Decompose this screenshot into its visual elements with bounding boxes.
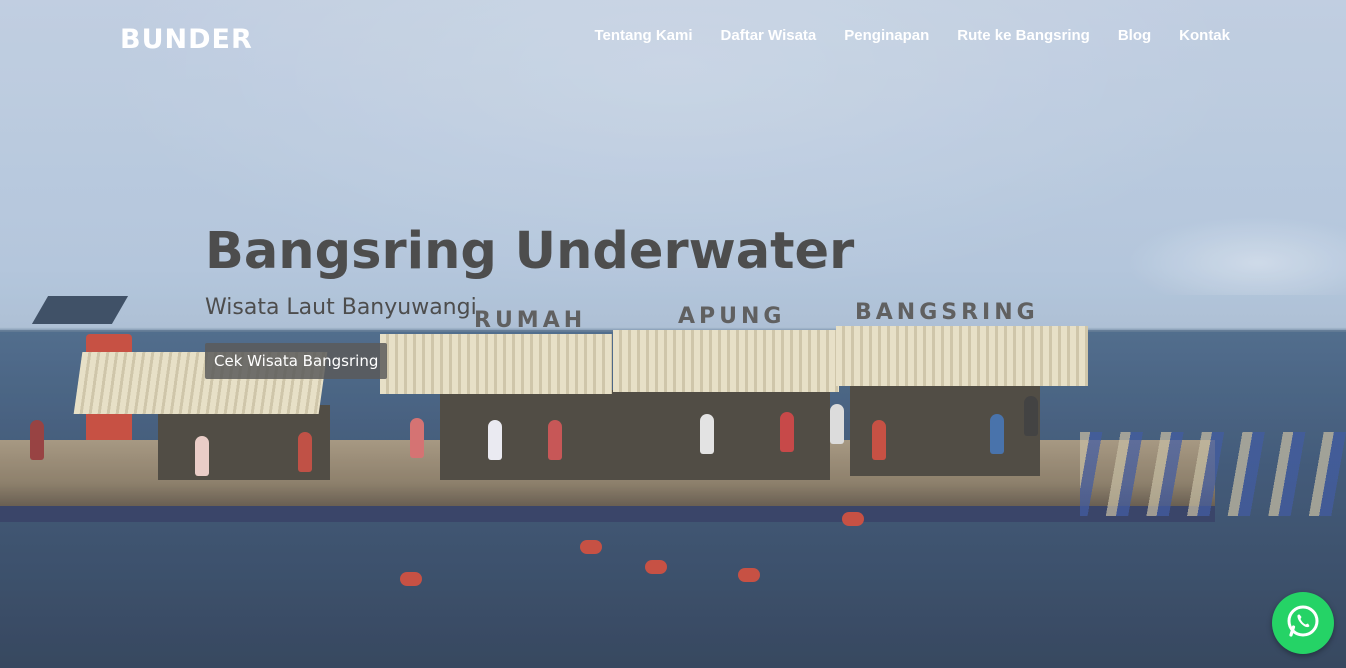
nav-link-rute[interactable]: Rute ke Bangsring (957, 27, 1090, 44)
hero-title: Bangsring Underwater (205, 222, 855, 281)
nav-link-penginapan[interactable]: Penginapan (844, 27, 929, 44)
nav-menu: Tentang Kami Daftar Wisata Penginapan Ru… (594, 27, 1230, 44)
hero-overlay (0, 0, 1346, 668)
hero-section: RUMAH APUNG BANGSRING BUNDER Tentang Kam… (0, 0, 1346, 668)
nav-link-blog[interactable]: Blog (1118, 27, 1151, 44)
nav-link-tentang-kami[interactable]: Tentang Kami (594, 27, 692, 44)
whatsapp-button[interactable] (1272, 592, 1334, 654)
site-logo[interactable]: BUNDER (120, 24, 253, 55)
navbar: BUNDER Tentang Kami Daftar Wisata Pengin… (0, 0, 1346, 76)
hero-subtitle: Wisata Laut Banyuwangi (205, 295, 477, 320)
nav-link-kontak[interactable]: Kontak (1179, 27, 1230, 44)
whatsapp-icon (1284, 602, 1322, 644)
nav-link-daftar-wisata[interactable]: Daftar Wisata (721, 27, 817, 44)
cta-button[interactable]: Cek Wisata Bangsring (205, 343, 388, 379)
